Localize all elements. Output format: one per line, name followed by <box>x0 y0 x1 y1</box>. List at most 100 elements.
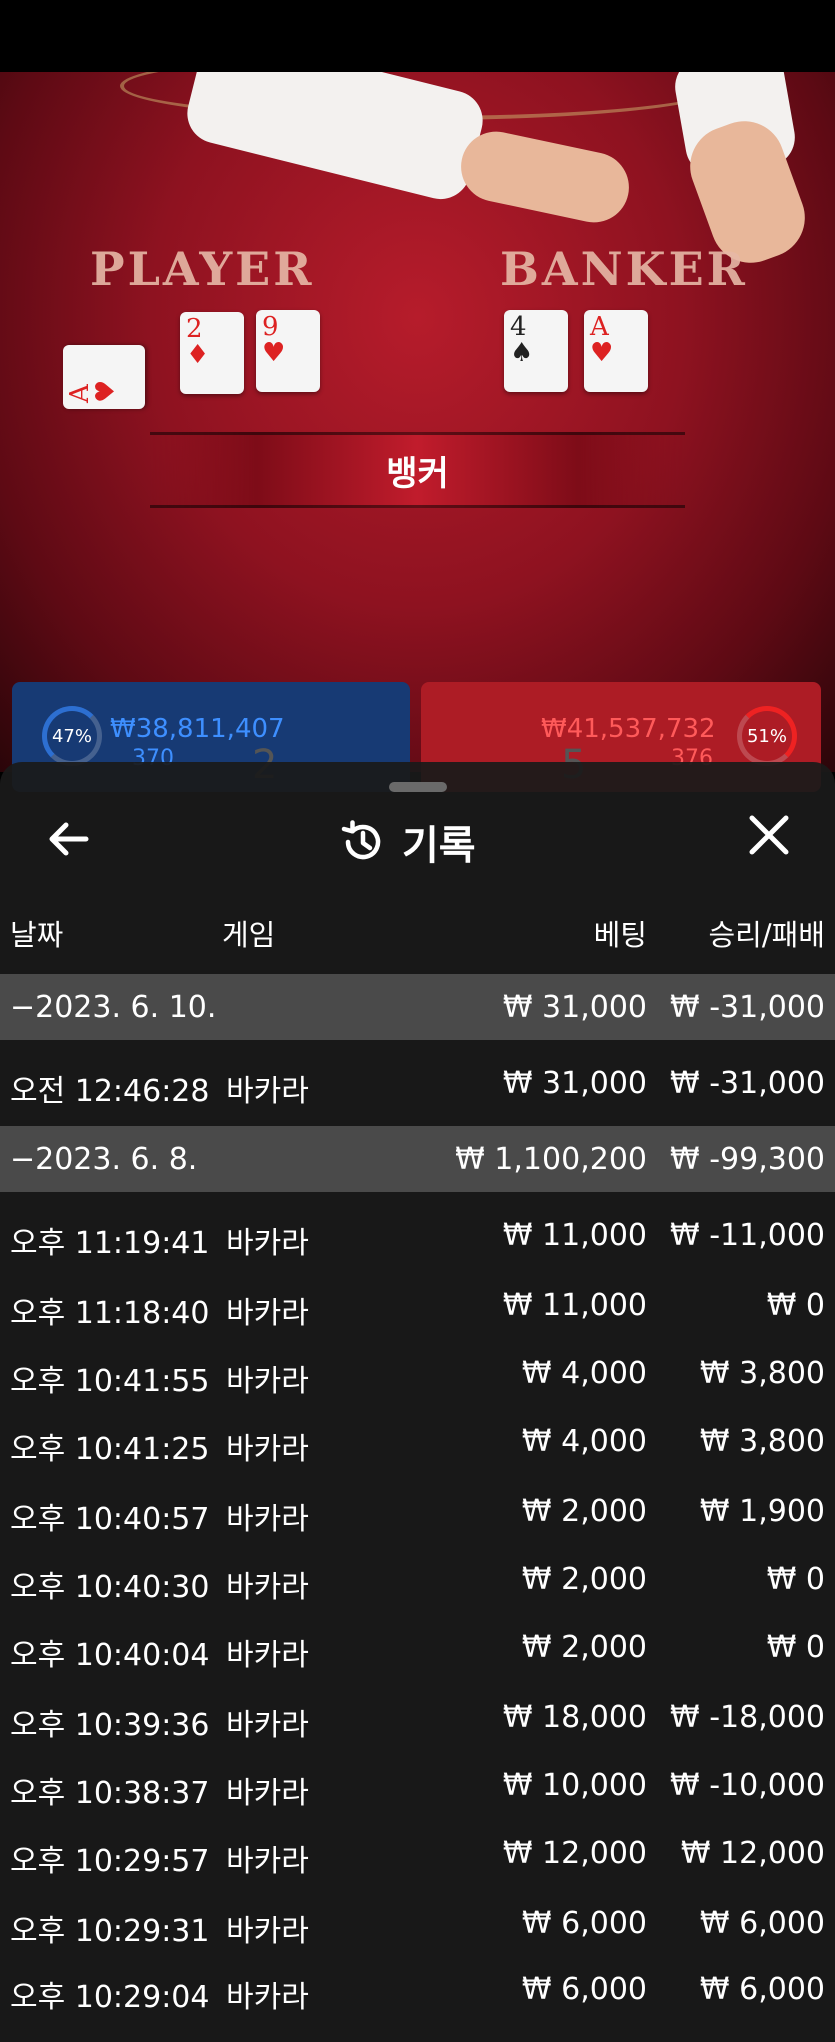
time-cell: −2023. 6. 8. <box>10 1142 198 1177</box>
banker-card-1: 4 ♠ <box>504 310 568 392</box>
player-total-bet: ₩38,811,407 <box>110 714 285 744</box>
time-cell: 오후 10:40:30 <box>10 1570 210 1605</box>
time-cell: 오전 12:46:28 <box>10 1074 210 1109</box>
winloss-cell: ₩ -11,000 <box>670 1218 825 1253</box>
time-cell: 오후 10:29:57 <box>10 1844 210 1879</box>
game-cell: 바카라 <box>226 1844 309 1879</box>
winloss-cell: ₩ -31,000 <box>670 1066 825 1101</box>
sheet-title: 기록 <box>340 814 476 870</box>
winloss-cell: ₩ -31,000 <box>670 990 825 1025</box>
result-text: 뱅커 <box>386 453 449 494</box>
time-cell: −2023. 6. 10. <box>10 990 217 1025</box>
bet-cell: ₩ 31,000 <box>502 1066 647 1101</box>
bet-cell: ₩ 12,000 <box>502 1836 647 1871</box>
player-card-1: A ♥ <box>63 345 145 409</box>
history-row[interactable]: 오후 10:29:31 바카라 ₩ 6,000 ₩ 6,000 <box>0 1890 835 1956</box>
time-cell: 오후 10:41:25 <box>10 1432 210 1467</box>
bet-cell: ₩ 2,000 <box>521 1494 647 1529</box>
bet-cell: ₩ 31,000 <box>502 990 647 1025</box>
winloss-cell: ₩ 0 <box>766 1630 825 1665</box>
history-icon <box>341 820 381 860</box>
column-header-winloss: 승리/패배 <box>708 918 826 952</box>
time-cell: 오후 10:40:57 <box>10 1502 210 1537</box>
winloss-cell: ₩ -99,300 <box>670 1142 825 1177</box>
status-bar <box>0 0 835 72</box>
bet-cell: ₩ 2,000 <box>521 1630 647 1665</box>
history-row[interactable]: 오후 10:40:57 바카라 ₩ 2,000 ₩ 1,900 <box>0 1478 835 1544</box>
history-row[interactable]: 오후 11:18:40 바카라 ₩ 11,000 ₩ 0 <box>0 1272 835 1338</box>
bet-cell: ₩ 2,000 <box>521 1562 647 1597</box>
banker-percent: 51% <box>746 725 787 747</box>
history-sheet: 기록 날짜 게임 베팅 승리/패배 −2023. 6. 10. ₩ 31,000 ₩… <box>0 762 835 2042</box>
sheet-title-text: 기록 <box>402 823 476 869</box>
player-label: PLAYER <box>90 242 315 296</box>
history-row[interactable]: 오후 11:19:41 바카라 ₩ 11,000 ₩ -11,000 <box>0 1202 835 1268</box>
game-cell: 바카라 <box>226 1432 309 1467</box>
history-row[interactable]: 오후 10:29:04 바카라 ₩ 6,000 ₩ 6,000 <box>0 1956 835 2022</box>
time-cell: 오후 10:40:04 <box>10 1638 210 1673</box>
player-percent-ring: 47% <box>42 706 102 766</box>
banker-label: BANKER <box>500 242 748 296</box>
time-cell: 오후 10:41:55 <box>10 1364 210 1399</box>
history-row[interactable]: 오후 10:41:25 바카라 ₩ 4,000 ₩ 3,800 <box>0 1408 835 1474</box>
game-cell: 바카라 <box>226 1638 309 1673</box>
game-cell: 바카라 <box>226 1914 309 1949</box>
game-cell: 바카라 <box>226 1776 309 1811</box>
winloss-cell: ₩ 3,800 <box>699 1356 825 1391</box>
column-header-game: 게임 <box>222 918 276 952</box>
banker-total-bet: ₩41,537,732 <box>541 714 716 744</box>
sheet-grab-handle[interactable] <box>389 782 447 792</box>
history-row[interactable]: 오후 10:29:57 바카라 ₩ 12,000 ₩ 12,000 <box>0 1820 835 1886</box>
time-cell: 오후 10:39:36 <box>10 1708 210 1743</box>
dealer-left-arm <box>181 72 489 206</box>
game-cell: 바카라 <box>226 1226 309 1261</box>
bet-cell: ₩ 18,000 <box>502 1700 647 1735</box>
time-cell: 오후 10:29:04 <box>10 1980 210 2015</box>
player-percent: 47% <box>51 725 92 747</box>
player-card-3: 9 ♥ <box>256 310 320 392</box>
winloss-cell: ₩ 6,000 <box>699 1906 825 1941</box>
history-row[interactable]: 오후 10:38:37 바카라 ₩ 10,000 ₩ -10,000 <box>0 1752 835 1818</box>
history-row[interactable]: 오후 10:39:36 바카라 ₩ 18,000 ₩ -18,000 <box>0 1684 835 1750</box>
back-button[interactable] <box>44 814 94 864</box>
time-cell: 오후 11:18:40 <box>10 1296 210 1331</box>
bet-cell: ₩ 6,000 <box>521 1972 647 2007</box>
bet-cell: ₩ 6,000 <box>521 1906 647 1941</box>
game-cell: 바카라 <box>226 1570 309 1605</box>
winloss-cell: ₩ 1,900 <box>699 1494 825 1529</box>
result-banner: 뱅커 <box>150 432 685 508</box>
column-header-bet: 베팅 <box>593 918 647 952</box>
history-row[interactable]: 오후 10:40:04 바카라 ₩ 2,000 ₩ 0 <box>0 1614 835 1680</box>
bet-cell: ₩ 1,100,200 <box>455 1142 647 1177</box>
player-card-2: 2 ♦ <box>180 312 244 394</box>
banker-percent-ring: 51% <box>737 706 797 766</box>
winloss-cell: ₩ 12,000 <box>680 1836 825 1871</box>
date-group-row[interactable]: −2023. 6. 10. ₩ 31,000 ₩ -31,000 <box>0 974 835 1040</box>
bet-cell: ₩ 4,000 <box>521 1424 647 1459</box>
bet-cell: ₩ 10,000 <box>502 1768 647 1803</box>
live-dealer-video: PLAYER BANKER A ♥ 2 ♦ 9 ♥ 4 ♠ A ♥ 뱅커 <box>0 72 835 772</box>
time-cell: 오후 11:19:41 <box>10 1226 210 1261</box>
winloss-cell: ₩ 0 <box>766 1562 825 1597</box>
dealer-left-hand <box>454 125 636 229</box>
game-cell: 바카라 <box>226 1502 309 1537</box>
history-row[interactable]: 오후 10:40:30 바카라 ₩ 2,000 ₩ 0 <box>0 1546 835 1612</box>
time-cell: 오후 10:38:37 <box>10 1776 210 1811</box>
close-button[interactable] <box>744 810 794 860</box>
banker-card-2: A ♥ <box>584 310 648 392</box>
game-cell: 바카라 <box>226 1364 309 1399</box>
game-cell: 바카라 <box>226 1074 309 1109</box>
winloss-cell: ₩ 0 <box>766 1288 825 1323</box>
game-cell: 바카라 <box>226 1296 309 1331</box>
bet-cell: ₩ 11,000 <box>502 1288 647 1323</box>
winloss-cell: ₩ 3,800 <box>699 1424 825 1459</box>
game-cell: 바카라 <box>226 1980 309 2015</box>
history-row[interactable]: 오후 10:41:55 바카라 ₩ 4,000 ₩ 3,800 <box>0 1340 835 1406</box>
game-cell: 바카라 <box>226 1708 309 1743</box>
close-icon <box>749 815 789 855</box>
winloss-cell: ₩ 6,000 <box>699 1972 825 2007</box>
date-group-row[interactable]: −2023. 6. 8. ₩ 1,100,200 ₩ -99,300 <box>0 1126 835 1192</box>
arrow-left-icon <box>49 822 89 856</box>
bet-cell: ₩ 11,000 <box>502 1218 647 1253</box>
history-row[interactable]: 오전 12:46:28 바카라 ₩ 31,000 ₩ -31,000 <box>0 1050 835 1116</box>
